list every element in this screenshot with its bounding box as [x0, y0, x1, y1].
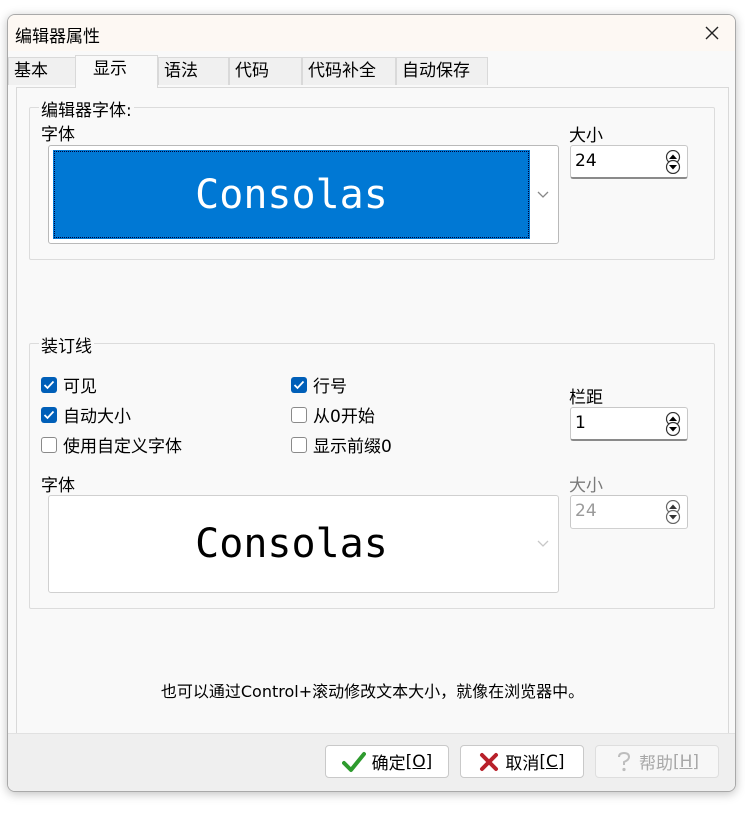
help-icon	[615, 751, 633, 773]
editor-font-group-label: 编辑器字体:	[39, 96, 134, 121]
checkbox-leading-zeros[interactable]: 显示前缀0	[291, 432, 392, 457]
checkbox-unchecked-icon	[291, 406, 307, 423]
tab-display[interactable]: 显示	[75, 55, 158, 88]
editor-font-sample: Consolas	[53, 150, 530, 239]
tab-basic[interactable]: 基本	[8, 57, 76, 85]
checkbox-visible[interactable]: 可见	[41, 372, 97, 397]
title-bar: 编辑器属性	[8, 15, 735, 51]
checkbox-checked-icon	[41, 376, 57, 393]
close-icon	[705, 26, 719, 40]
zoom-hint-text: 也可以通过Control+滚动修改文本大小，就像在浏览器中。	[160, 682, 585, 701]
editor-font-group: 编辑器字体: 字体 Consolas 大小 24	[29, 96, 715, 260]
editor-size-spinbox[interactable]: 24	[570, 145, 688, 179]
editor-font-select[interactable]: Consolas	[48, 145, 559, 244]
gutter-group-label: 装订线	[39, 332, 94, 357]
gutter-font-label: 字体	[41, 476, 75, 496]
editor-properties-dialog: 编辑器属性 基本 显示 语法 代码 代码补全 自动保存 编辑器字体: 字体 Co…	[7, 14, 736, 792]
checkbox-custom-font-label: 使用自定义字体	[63, 437, 182, 457]
gutter-size-value: 24	[575, 501, 597, 521]
gutter-font-select[interactable]: Consolas	[48, 495, 559, 593]
help-button-shortcut: [H]	[672, 751, 700, 772]
cancel-button[interactable]: 取消 [C]	[460, 745, 584, 778]
chevron-down-icon	[537, 540, 549, 547]
checkbox-start-at-zero-label: 从0开始	[313, 407, 375, 427]
dialog-footer: 确定 [O] 取消 [C] 帮助 [H]	[8, 733, 735, 791]
checkbox-unchecked-icon	[291, 436, 307, 453]
checkbox-visible-label: 可见	[63, 377, 97, 397]
gutter-font-sample: Consolas	[195, 521, 388, 567]
tab-strip: 基本 显示 语法 代码 代码补全 自动保存	[8, 55, 735, 88]
checkbox-line-numbers-label: 行号	[313, 377, 347, 397]
cross-icon	[479, 752, 499, 772]
help-button[interactable]: 帮助 [H]	[595, 745, 719, 778]
cancel-button-shortcut: [C]	[539, 751, 565, 772]
checkbox-checked-icon	[291, 376, 307, 393]
checkbox-leading-zeros-label: 显示前缀0	[313, 437, 392, 457]
ok-button-shortcut: [O]	[405, 751, 433, 772]
close-button[interactable]	[689, 15, 735, 51]
ok-button[interactable]: 确定 [O]	[325, 745, 449, 778]
gutter-size-label: 大小	[569, 476, 603, 496]
gutter-margin-spinbox[interactable]: 1	[570, 407, 688, 441]
gutter-margin-label: 栏距	[569, 388, 603, 408]
checkbox-line-numbers[interactable]: 行号	[291, 372, 347, 397]
spin-arrows-icon[interactable]	[664, 500, 682, 524]
checkbox-checked-icon	[41, 406, 57, 423]
spin-arrows-icon[interactable]	[664, 412, 682, 436]
checkbox-auto-size[interactable]: 自动大小	[41, 402, 131, 427]
editor-size-value: 24	[575, 151, 597, 171]
window-title: 编辑器属性	[15, 27, 100, 47]
display-tab-panel: 编辑器字体: 字体 Consolas 大小 24 装订线 可见 行号 自动大小 …	[16, 87, 729, 739]
gutter-margin-value: 1	[575, 413, 586, 433]
chevron-down-icon	[537, 191, 549, 198]
gutter-group: 装订线 可见 行号 自动大小 从0开始 使用自定义字体 显示前缀0 栏距 1 字…	[29, 332, 715, 609]
tab-code-completion[interactable]: 代码补全	[302, 57, 396, 85]
checkbox-custom-font[interactable]: 使用自定义字体	[41, 432, 182, 457]
checkbox-auto-size-label: 自动大小	[63, 407, 131, 427]
spin-arrows-icon[interactable]	[664, 150, 682, 174]
checkmark-icon	[341, 751, 366, 773]
checkbox-start-at-zero[interactable]: 从0开始	[291, 402, 375, 427]
editor-size-label: 大小	[569, 126, 603, 146]
editor-font-label: 字体	[41, 125, 75, 145]
ok-button-label: 确定	[371, 754, 406, 774]
tab-autosave[interactable]: 自动保存	[396, 57, 488, 85]
tab-syntax[interactable]: 语法	[158, 57, 229, 85]
checkbox-unchecked-icon	[41, 436, 57, 453]
tab-code[interactable]: 代码	[229, 57, 302, 85]
help-button-label: 帮助	[638, 754, 673, 774]
gutter-size-spinbox[interactable]: 24	[570, 495, 688, 529]
cancel-button-label: 取消	[505, 754, 540, 774]
